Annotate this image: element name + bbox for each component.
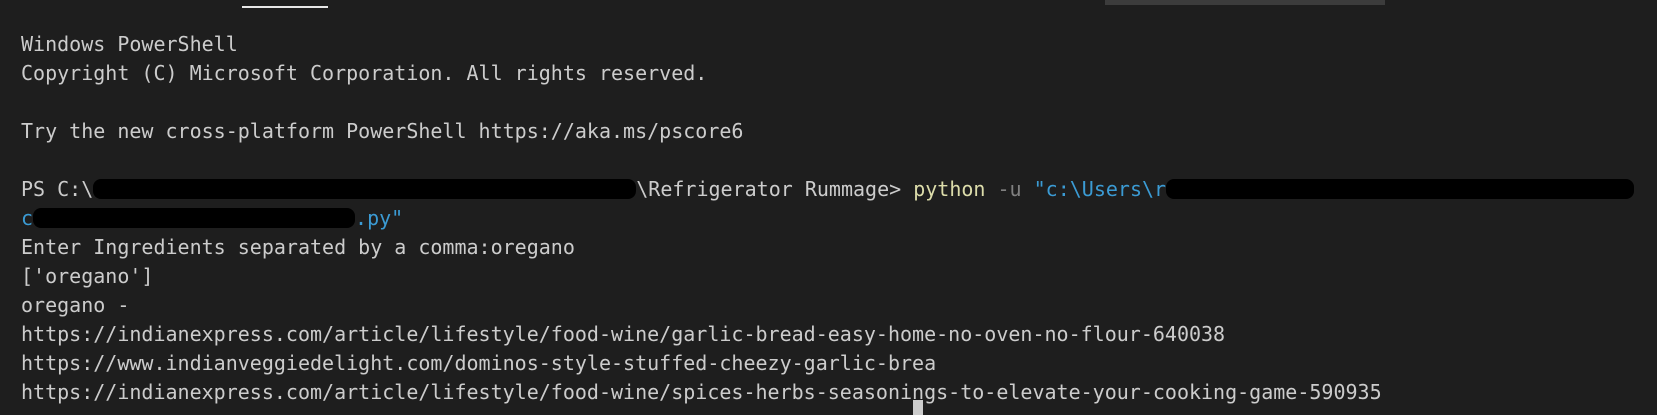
banner-tip: Try the new cross-platform PowerShell ht… — [21, 119, 744, 143]
command-line: PS C:\ \Refrigerator Rummage> python -u "… — [21, 175, 1657, 204]
output-prompt-line: Enter Ingredients separated by a comma:o… — [21, 235, 575, 259]
prompt-suffix: \Refrigerator Rummage> — [636, 177, 914, 201]
script-path-start: "c:\Users\r — [1033, 177, 1167, 201]
continuation-prefix: c — [21, 206, 34, 230]
terminal-scrollbar[interactable] — [1105, 0, 1385, 5]
python-command: python — [913, 177, 986, 201]
command-continuation: c .py" — [21, 204, 1657, 233]
terminal-output: Windows PowerShell Copyright (C) Microso… — [21, 30, 1657, 407]
redacted-script-name — [33, 208, 356, 228]
output-ingredient-line: oregano - — [21, 293, 130, 317]
active-tab-indicator[interactable] — [242, 0, 328, 8]
redacted-script-path — [1166, 179, 1635, 199]
prompt-prefix: PS C:\ — [21, 177, 94, 201]
terminal-window[interactable]: Windows PowerShell Copyright (C) Microso… — [0, 0, 1657, 415]
redacted-path — [93, 179, 637, 199]
text-cursor — [913, 400, 923, 415]
continuation-suffix: .py" — [355, 206, 404, 230]
output-url[interactable]: https://indianexpress.com/article/lifest… — [21, 320, 1657, 349]
command-flag: -u — [985, 177, 1034, 201]
banner-title: Windows PowerShell — [21, 32, 238, 56]
banner-copyright: Copyright (C) Microsoft Corporation. All… — [21, 61, 708, 85]
output-list-line: ['oregano'] — [21, 264, 154, 288]
output-url[interactable]: https://indianexpress.com/article/lifest… — [21, 378, 1657, 407]
output-url[interactable]: https://www.indianveggiedelight.com/domi… — [21, 349, 1657, 378]
